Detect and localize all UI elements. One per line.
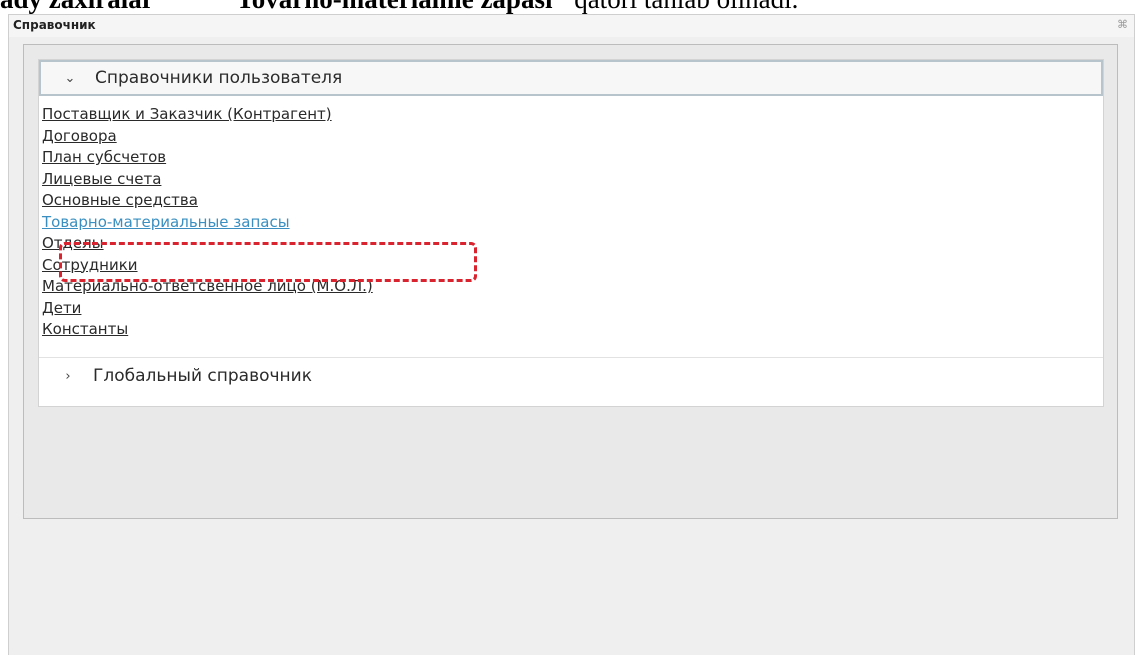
caption-part-2: "Tovarno-materialnie zapasi" <box>221 0 567 14</box>
directory-list: Поставщик и Заказчик (Контрагент) Догово… <box>42 104 373 341</box>
chevron-right-icon: › <box>65 368 71 384</box>
list-item-contracts[interactable]: Договора <box>42 126 373 148</box>
directory-panel: ⌄ Справочники пользователя Поставщик и З… <box>23 44 1118 519</box>
list-item-counterparty[interactable]: Поставщик и Заказчик (Контрагент) <box>42 104 373 126</box>
list-item-fixed-assets[interactable]: Основные средства <box>42 190 373 212</box>
section-label: Глобальный справочник <box>93 366 312 386</box>
window-title: Справочник <box>13 18 96 32</box>
section-header-global-directory[interactable]: › Глобальный справочник <box>39 357 1103 394</box>
caption-part-1: ady zaxiralar <box>0 0 154 14</box>
section-label: Справочники пользователя <box>95 68 343 88</box>
list-item-subaccounts[interactable]: План субсчетов <box>42 147 373 169</box>
accordion: ⌄ Справочники пользователя Поставщик и З… <box>38 59 1104 407</box>
chevron-down-icon: ⌄ <box>64 70 76 86</box>
title-bar: Справочник ⌘ <box>9 15 1134 37</box>
list-item-children[interactable]: Дети <box>42 298 373 320</box>
list-item-inventory[interactable]: Товарно-материальные запасы <box>42 212 373 234</box>
list-item-constants[interactable]: Константы <box>42 319 373 341</box>
reference-window: Справочник ⌘ ⌄ Справочники пользователя … <box>8 14 1135 655</box>
close-icon[interactable]: ⌘ <box>1117 18 1128 31</box>
list-item-personal-accounts[interactable]: Лицевые счета <box>42 169 373 191</box>
highlight-annotation <box>59 242 477 282</box>
section-header-user-directories[interactable]: ⌄ Справочники пользователя <box>39 60 1103 96</box>
caption-part-3: qatori tanlab olinadi. <box>574 0 798 14</box>
document-caption: ady zaxiralar "Tovarno-materialnie zapas… <box>0 0 1147 14</box>
